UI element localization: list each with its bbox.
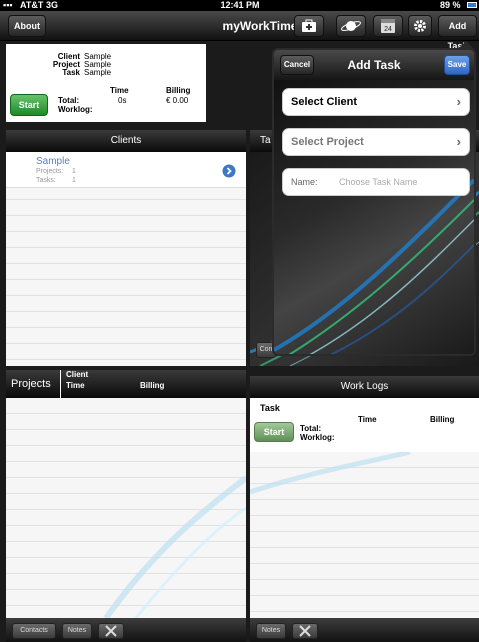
select-client-label: Select Client — [291, 96, 358, 108]
worklog-start-button[interactable]: Start — [254, 422, 294, 442]
clients-header: Clients — [6, 130, 246, 152]
popover-title: Add Task — [347, 58, 401, 72]
clock: 12:41 PM — [220, 0, 260, 10]
chevron-right-icon: › — [456, 94, 461, 109]
worklog-tools-button[interactable] — [292, 623, 318, 639]
worklog-time-header: Time — [358, 415, 377, 424]
battery-level: 89 % — [440, 0, 461, 10]
gear-icon — [414, 20, 426, 32]
first-aid-kit-icon — [302, 19, 316, 32]
chevron-right-icon: › — [456, 134, 461, 149]
worklog-total-label: Total: — [300, 424, 322, 433]
right-toolbar: Notes — [250, 618, 479, 642]
work-logs-list — [250, 452, 479, 618]
projects-header: Projects Client Time Billing — [6, 370, 246, 398]
billing-column: Billing — [140, 381, 165, 390]
ipad-screen: ▪▪▪ AT&T 3G 12:41 PM 89 % About myWorkTi… — [0, 0, 479, 642]
tools-button[interactable] — [98, 623, 124, 639]
billing-header: Billing — [166, 86, 191, 95]
task-name-label: Name: — [291, 177, 318, 187]
about-button[interactable]: About — [8, 15, 46, 37]
start-timer-button[interactable]: Start — [10, 94, 48, 116]
wrench-screwdriver-icon — [105, 625, 117, 637]
add-task-button[interactable]: Add Task — [438, 15, 477, 51]
tasks-count: 1 — [72, 177, 76, 184]
popover-body: Select Client › Select Project › Name: C… — [274, 80, 474, 354]
time-column: Time — [66, 381, 85, 390]
planet-button[interactable] — [336, 15, 366, 37]
carrier-name: AT&T — [20, 0, 44, 10]
left-toolbar: Contacts Notes — [6, 618, 246, 642]
projects-title: Projects — [11, 378, 51, 390]
notes-button[interactable]: Notes — [62, 623, 92, 639]
task-label: Task — [62, 68, 80, 77]
tasks-count-label: Tasks: — [36, 177, 56, 184]
top-navigation-bar: About myWorkTime 24 Add Task — [0, 11, 479, 51]
status-bar: ▪▪▪ AT&T 3G 12:41 PM 89 % — [0, 0, 479, 11]
select-project-label: Select Project — [291, 136, 364, 148]
svg-text:24: 24 — [384, 26, 392, 33]
first-aid-button[interactable] — [294, 15, 324, 37]
current-timer-panel: Client Sample Project Sample Task Sample… — [6, 44, 206, 122]
select-project-row[interactable]: Select Project › — [282, 128, 470, 156]
save-button[interactable]: Save — [444, 55, 470, 75]
settings-button[interactable] — [408, 15, 432, 37]
popover-navbar: Cancel Add Task Save — [274, 50, 474, 80]
task-name-field[interactable]: Name: Choose Task Name — [282, 168, 470, 196]
projects-count: 1 — [72, 168, 76, 175]
task-name-input[interactable]: Choose Task Name — [339, 169, 417, 195]
worklog-task-label: Task — [260, 403, 280, 413]
work-log-entry: Task Time Billing Total: Worklog: Start — [250, 398, 479, 452]
worklog-billing-header: Billing — [430, 415, 455, 424]
streak-decoration — [103, 475, 246, 618]
total-time: 0s — [118, 96, 127, 105]
worklog-notes-button[interactable]: Notes — [256, 623, 286, 639]
worklog-worklog-label: Worklog: — [300, 433, 335, 442]
select-client-row[interactable]: Select Client › — [282, 88, 470, 116]
projects-count-label: Projects: — [36, 168, 64, 175]
total-billing: € 0.00 — [166, 96, 189, 105]
list-item[interactable]: Sample Projects: 1 Tasks: 1 — [6, 152, 246, 188]
contacts-button[interactable]: Contacts — [12, 623, 56, 639]
worklog-label: Worklog: — [58, 105, 93, 114]
client-name: Sample — [36, 156, 70, 167]
planet-icon — [341, 21, 361, 31]
detail-disclosure-icon[interactable] — [222, 164, 236, 178]
cancel-button[interactable]: Cancel — [280, 55, 314, 75]
calendar-icon: 24 — [381, 19, 395, 33]
battery-icon — [467, 2, 477, 8]
clients-list: Sample Projects: 1 Tasks: 1 — [6, 152, 246, 366]
calendar-button[interactable]: 24 — [373, 15, 403, 37]
total-label: Total: — [58, 96, 80, 105]
projects-list — [6, 398, 246, 618]
signal-icon: ▪▪▪ — [3, 0, 13, 10]
time-header: Time — [110, 86, 129, 95]
work-logs-header: Work Logs — [250, 376, 479, 398]
add-task-popover: Cancel Add Task Save Select Client › Sel… — [272, 48, 476, 356]
task-value: Sample — [84, 68, 112, 77]
header-divider — [60, 370, 61, 398]
network-type: 3G — [46, 0, 59, 10]
aurora-background — [274, 178, 474, 354]
wrench-screwdriver-icon — [299, 625, 311, 637]
streak-decoration-right — [250, 452, 411, 495]
